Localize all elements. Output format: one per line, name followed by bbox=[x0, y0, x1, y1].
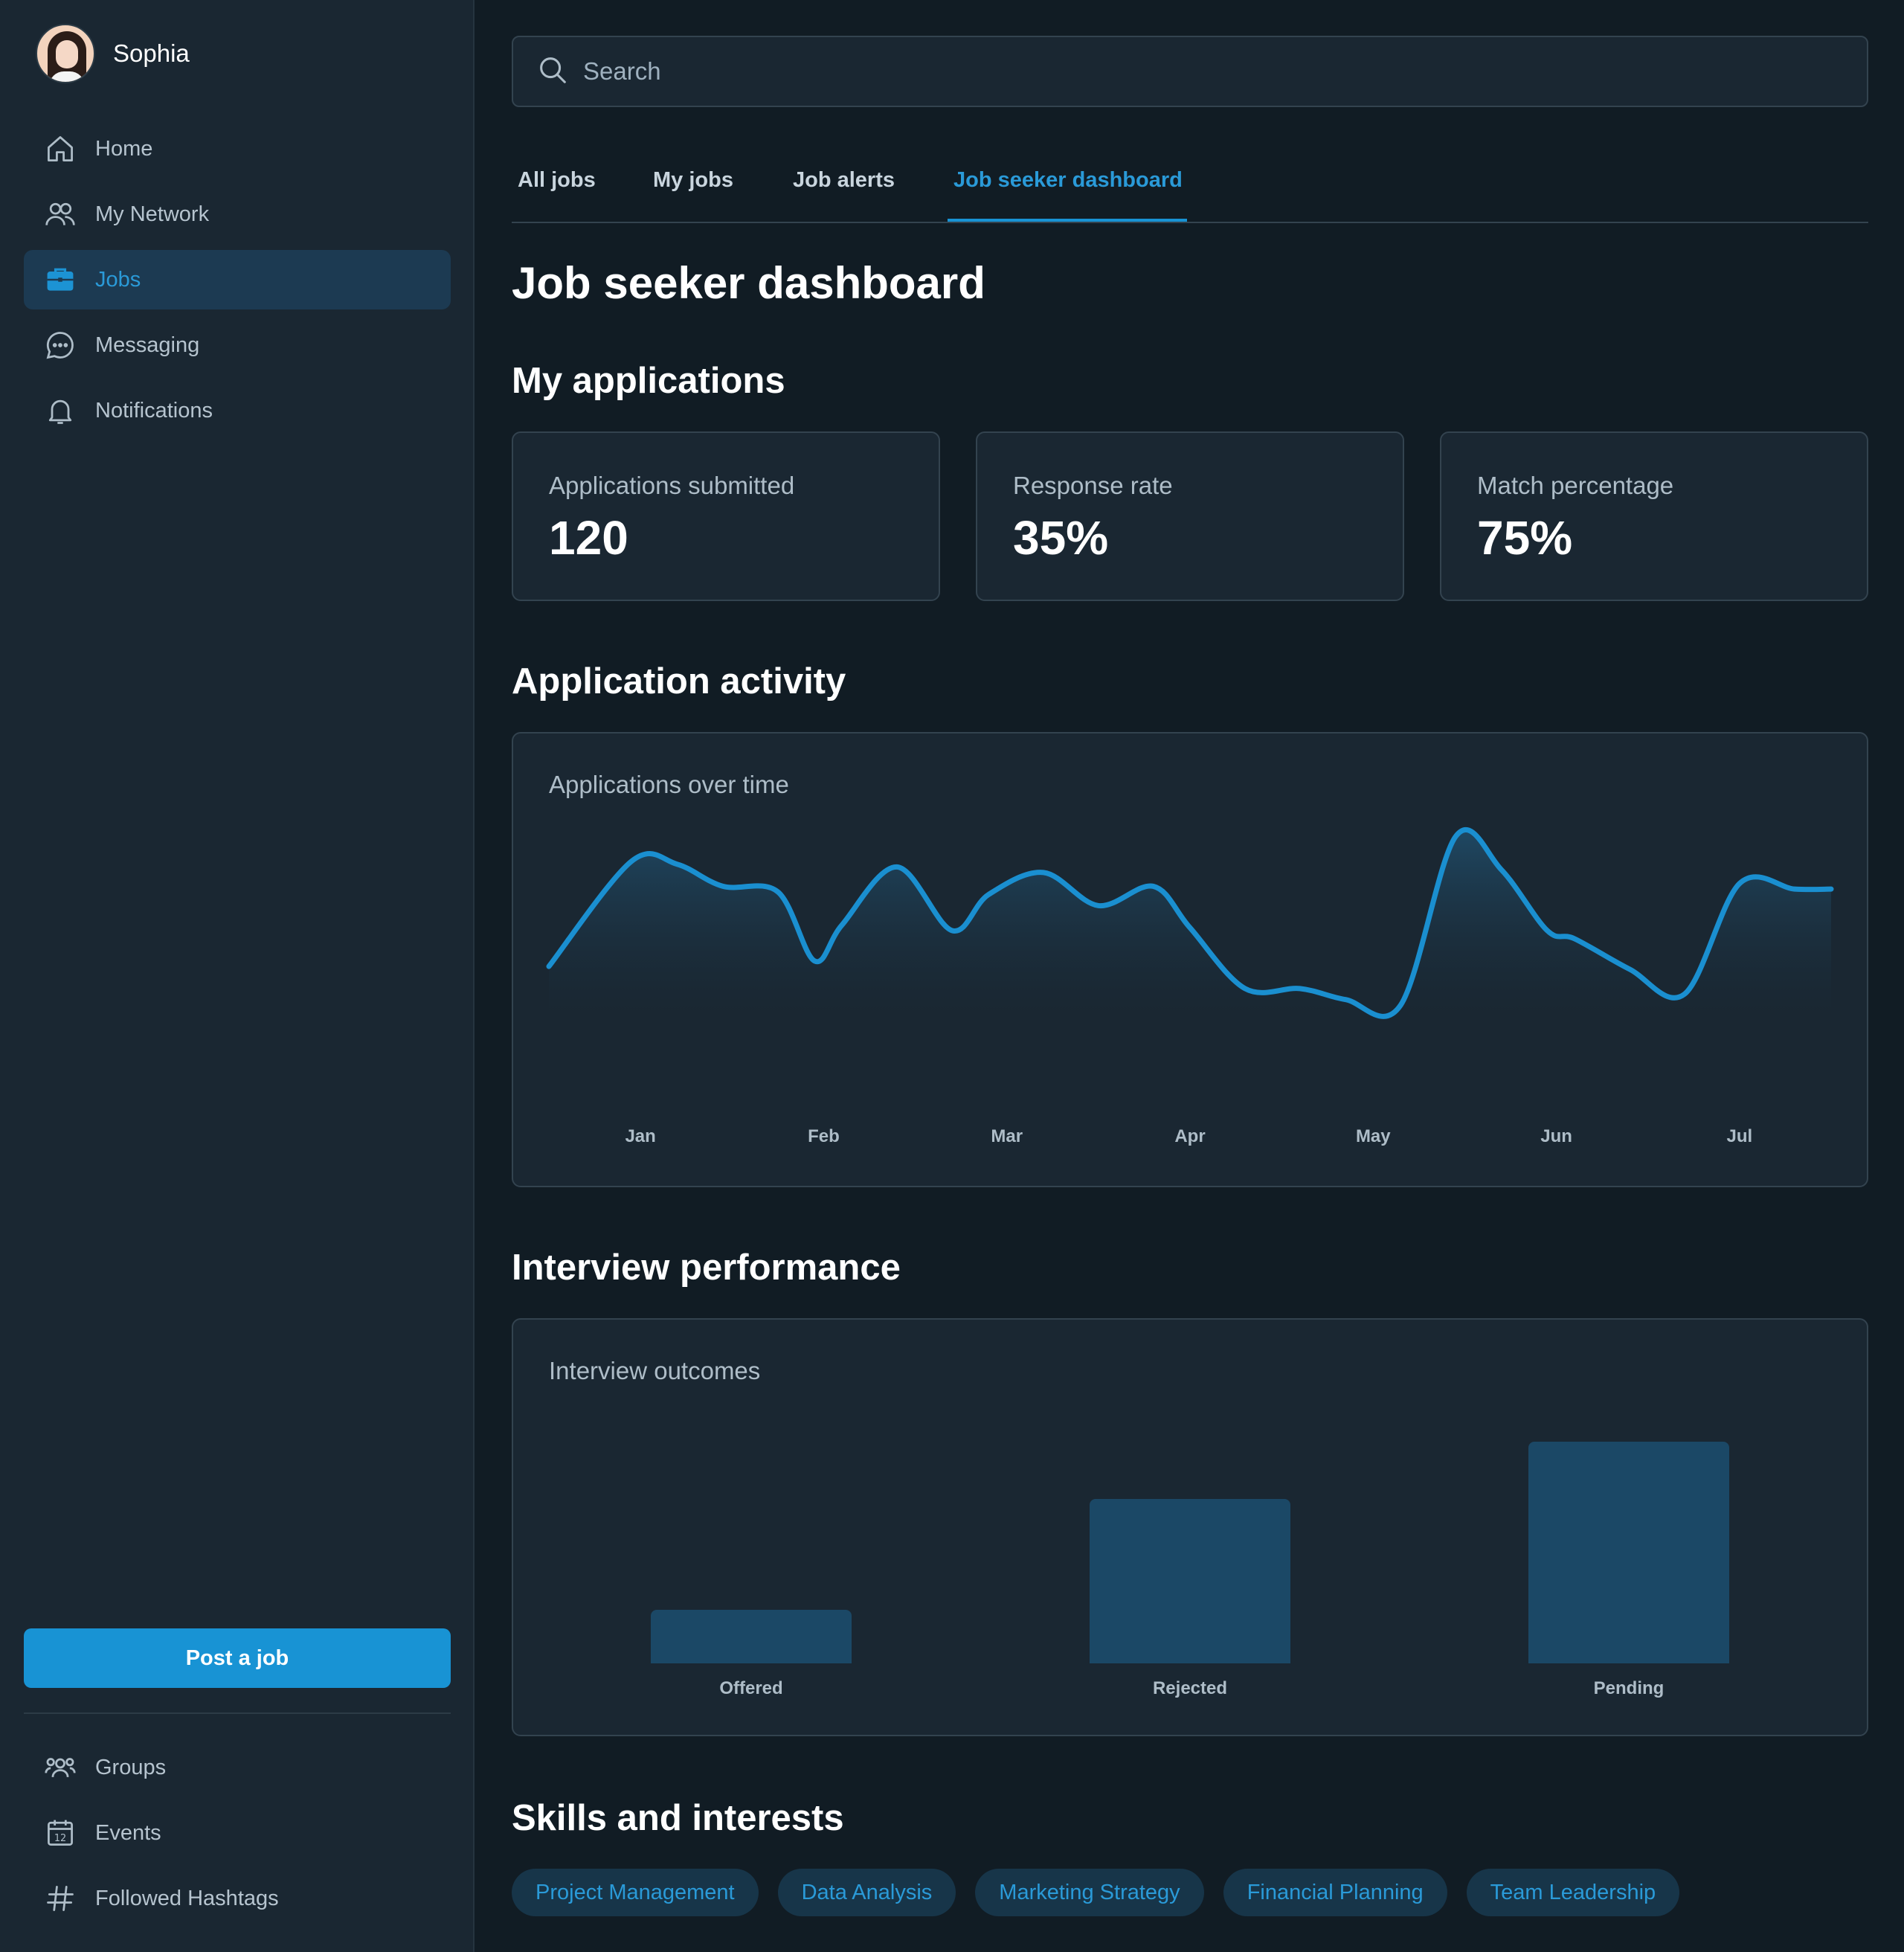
sidebar-item-label: Home bbox=[95, 136, 153, 161]
profile[interactable]: Sophia bbox=[36, 24, 190, 83]
bar-pending bbox=[1528, 1441, 1729, 1663]
main-nav: Home My Network Jobs Messaging Notificat… bbox=[24, 119, 451, 446]
search-icon bbox=[536, 53, 570, 91]
section-title-applications: My applications bbox=[512, 361, 785, 401]
sidebar-item-label: My Network bbox=[95, 202, 210, 226]
bell-icon bbox=[43, 394, 77, 428]
stat-card-match-percentage: Match percentage 75% bbox=[1440, 431, 1868, 601]
application-activity-chart: Applications over time Jan Feb Mar Apr May Ju… bbox=[512, 732, 1868, 1187]
tab-bar: All jobs My jobs Job alerts Job seeker d… bbox=[512, 156, 1868, 223]
page-title: Job seeker dashboard bbox=[512, 258, 985, 308]
sidebar-item-my-network[interactable]: My Network bbox=[24, 184, 451, 244]
skill-chip[interactable]: Data Analysis bbox=[777, 1869, 956, 1916]
x-tick-label: May bbox=[1355, 1126, 1391, 1146]
message-icon bbox=[43, 328, 77, 362]
sidebar-divider bbox=[24, 1712, 451, 1714]
x-tick-label: Rejected bbox=[1152, 1678, 1228, 1698]
briefcase-icon bbox=[43, 263, 77, 297]
sidebar-item-label: Events bbox=[95, 1820, 161, 1845]
secondary-nav: Groups 12 Events Followed Hashtags bbox=[24, 1738, 451, 1934]
x-tick-label: Jul bbox=[1726, 1126, 1753, 1146]
tab-job-alerts[interactable]: Job alerts bbox=[793, 168, 895, 193]
sidebar-item-followed-hashtags[interactable]: Followed Hashtags bbox=[24, 1869, 451, 1928]
x-tick-label: Mar bbox=[991, 1126, 1023, 1146]
tab-job-seeker-dashboard[interactable]: Job seeker dashboard bbox=[953, 168, 1183, 193]
chart-title: Interview outcomes bbox=[549, 1357, 761, 1384]
network-icon bbox=[43, 197, 77, 231]
stat-label: Match percentage bbox=[1477, 472, 1674, 499]
x-tick-label: Offered bbox=[719, 1678, 783, 1698]
bar-rejected bbox=[1090, 1498, 1290, 1663]
stat-card-response-rate: Response rate 35% bbox=[976, 431, 1404, 601]
interview-outcomes-chart: Interview outcomes Offered Rejected Pendin… bbox=[512, 1318, 1868, 1736]
svg-text:12: 12 bbox=[54, 1833, 66, 1844]
x-tick-label: Pending bbox=[1593, 1678, 1665, 1698]
skill-chip[interactable]: Project Management bbox=[512, 1869, 759, 1916]
sidebar-item-events[interactable]: 12 Events bbox=[24, 1803, 451, 1863]
calendar-icon: 12 bbox=[43, 1816, 77, 1850]
x-tick-label: Jan bbox=[625, 1126, 656, 1146]
sidebar-item-label: Jobs bbox=[95, 267, 141, 292]
skill-chip[interactable]: Financial Planning bbox=[1223, 1869, 1447, 1916]
hashtag-icon bbox=[43, 1881, 77, 1916]
x-tick-label: Feb bbox=[808, 1126, 840, 1146]
tab-all-jobs[interactable]: All jobs bbox=[518, 168, 596, 193]
home-icon bbox=[43, 132, 77, 166]
sidebar-item-label: Messaging bbox=[95, 333, 200, 357]
avatar[interactable] bbox=[36, 24, 95, 83]
sidebar-item-home[interactable]: Home bbox=[24, 119, 451, 179]
sidebar-item-jobs[interactable]: Jobs bbox=[24, 250, 451, 309]
stat-value: 120 bbox=[549, 511, 628, 565]
chart-title: Applications over time bbox=[549, 771, 789, 798]
section-title-skills: Skills and interests bbox=[512, 1798, 844, 1838]
skill-chips: Project Management Data Analysis Marketi… bbox=[512, 1869, 1699, 1916]
search-bar[interactable] bbox=[512, 36, 1868, 107]
sidebar: Sophia Home My Network Jobs Messaging No… bbox=[0, 0, 475, 1952]
stat-label: Applications submitted bbox=[549, 472, 795, 499]
post-job-button[interactable]: Post a job bbox=[24, 1628, 451, 1688]
search-input[interactable] bbox=[583, 57, 1773, 86]
stat-card-applications-submitted: Applications submitted 120 bbox=[512, 431, 940, 601]
groups-icon bbox=[43, 1750, 77, 1785]
sidebar-item-messaging[interactable]: Messaging bbox=[24, 315, 451, 375]
skill-chip[interactable]: Marketing Strategy bbox=[975, 1869, 1204, 1916]
area-chart bbox=[546, 827, 1834, 1019]
sidebar-item-label: Followed Hashtags bbox=[95, 1886, 279, 1910]
area-fill bbox=[549, 829, 1831, 1017]
bar-offered bbox=[651, 1610, 852, 1663]
stat-value: 35% bbox=[1013, 511, 1109, 565]
sidebar-item-notifications[interactable]: Notifications bbox=[24, 381, 451, 440]
skill-chip[interactable]: Team Leadership bbox=[1466, 1869, 1680, 1916]
stat-label: Response rate bbox=[1013, 472, 1173, 499]
sidebar-item-label: Groups bbox=[95, 1755, 167, 1779]
x-tick-label: Apr bbox=[1174, 1126, 1206, 1146]
active-tab-indicator bbox=[948, 219, 1187, 222]
stat-value: 75% bbox=[1477, 511, 1573, 565]
profile-name: Sophia bbox=[113, 39, 190, 67]
sidebar-item-label: Notifications bbox=[95, 398, 213, 423]
tab-my-jobs[interactable]: My jobs bbox=[653, 168, 733, 193]
section-title-interviews: Interview performance bbox=[512, 1248, 901, 1288]
section-title-activity: Application activity bbox=[512, 661, 846, 702]
sidebar-item-groups[interactable]: Groups bbox=[24, 1738, 451, 1797]
x-tick-label: Jun bbox=[1540, 1126, 1572, 1146]
